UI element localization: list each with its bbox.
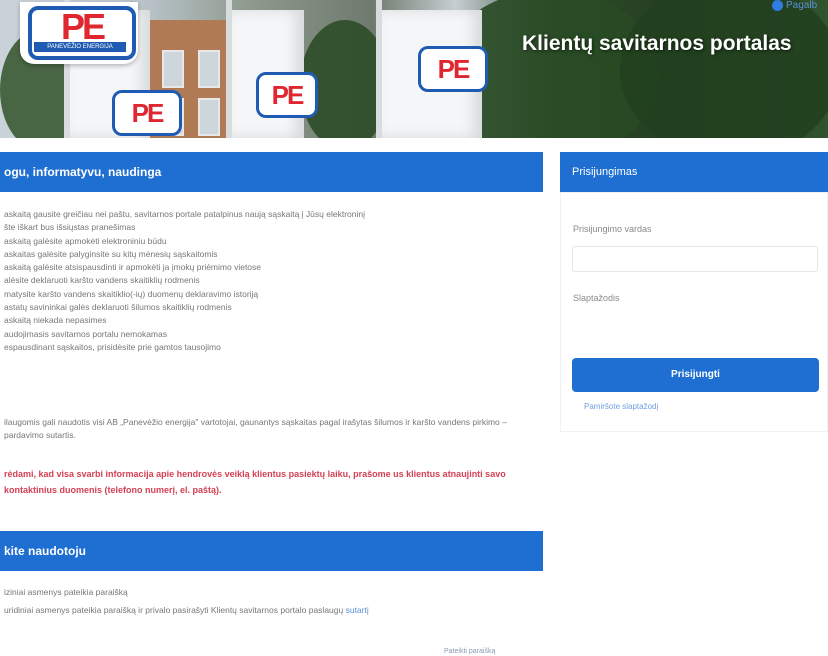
companies-text-body: uridiniai asmenys pateikia paraišką ir p… (4, 605, 346, 615)
list-item: askaitą galėsite atsispausdinti ir apmok… (4, 262, 262, 273)
contract-link[interactable]: sutartį (346, 605, 369, 615)
password-input[interactable] (572, 314, 818, 340)
password-label: Slaptažodis (573, 293, 620, 303)
background-tree (620, 0, 828, 138)
section-heading-benefits: ogu, informatyvu, naudinga (0, 152, 543, 192)
flag-logo: PE (418, 46, 488, 92)
list-item: askaitą galėsite apmokėti elektroniniu b… (4, 235, 167, 246)
help-label: Pagalb (786, 0, 818, 11)
submit-application-link[interactable]: Pateikti paraišką (444, 648, 495, 655)
eligibility-note: ilaugomis gali naudotis visi AB „Panevėž… (4, 417, 507, 440)
header-banner: PE PE PE PE PANEVĖŽIO ENERGIJA Klientų s… (0, 0, 828, 138)
section-heading-register: kite naudotoju (0, 531, 543, 571)
company-logo[interactable]: PE PANEVĖŽIO ENERGIJA (20, 2, 138, 64)
username-input[interactable] (572, 246, 818, 272)
flag-logo: PE (256, 72, 318, 118)
individuals-text: iziniai asmenys pateikia paraišką (4, 587, 128, 597)
list-item: astatų savininkai galės deklaruoti šilum… (4, 302, 232, 313)
logo-subtitle: PANEVĖŽIO ENERGIJA (34, 42, 126, 52)
help-icon (772, 0, 783, 11)
companies-text: uridiniai asmenys pateikia paraišką ir p… (4, 604, 524, 617)
login-heading: Prisijungimas (560, 152, 828, 192)
login-button[interactable]: Prisijungti (572, 358, 819, 392)
help-link[interactable]: Pagalb (772, 0, 817, 11)
contact-update-warning: rėdami, kad visa svarbi informacija apie… (4, 469, 506, 495)
benefits-list: askaitą gausite greičiau nei paštu, savi… (4, 208, 365, 354)
list-item: espausdinant sąskaitos, prisidėsite prie… (4, 341, 221, 352)
list-item: matysite karšto vandens skaitiklio(-ių) … (4, 288, 259, 299)
list-item: šte iškart bus išsiųstas pranešimas (4, 222, 136, 233)
list-item: askaitą niekada nepasimes (4, 315, 107, 326)
list-item: audojimasis savitarnos portalu nemokamas (4, 328, 167, 339)
list-item: askaitas galėsite palyginsite su kitų mė… (4, 248, 218, 259)
list-item: askaitą gausite greičiau nei paštu, savi… (4, 209, 365, 219)
flag-logo: PE (112, 90, 182, 136)
forgot-password-link[interactable]: Pamiršote slaptažodį (584, 402, 658, 411)
list-item: alėsite deklaruoti karšto vandens skaiti… (4, 275, 200, 286)
portal-title: Klientų savitarnos portalas (522, 32, 792, 55)
username-label: Prisijungimo vardas (573, 224, 652, 234)
